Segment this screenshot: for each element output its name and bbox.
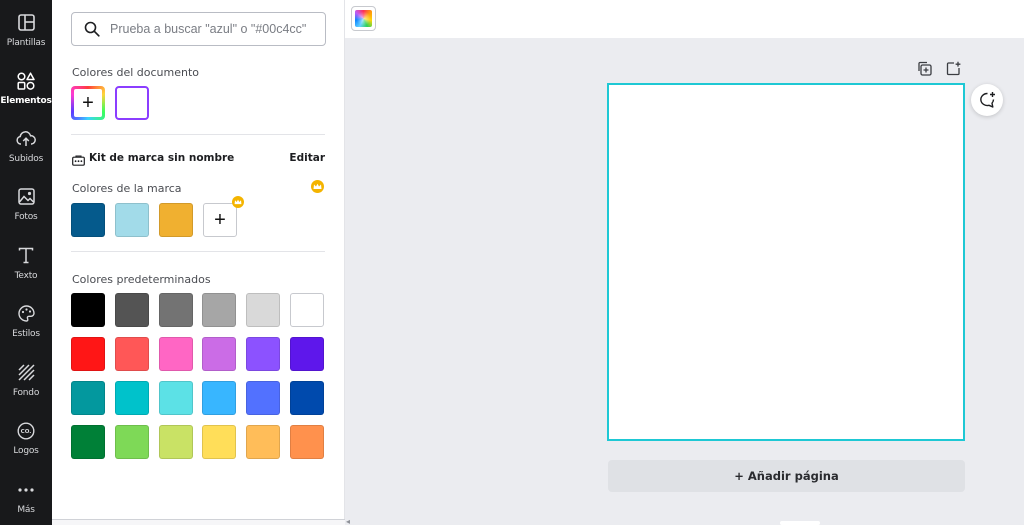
palette-icon <box>16 304 36 324</box>
more-dots-icon <box>16 480 36 500</box>
plus-icon: + <box>214 208 226 231</box>
default-color-swatch[interactable] <box>290 381 324 415</box>
default-color-swatch[interactable] <box>202 293 237 327</box>
scroll-left-arrow[interactable]: ◂ <box>346 518 354 525</box>
nav-label: Plantillas <box>6 37 46 48</box>
editor-toolbar <box>345 0 1024 38</box>
text-icon <box>16 246 36 266</box>
color-search-box[interactable] <box>71 12 326 46</box>
add-brand-color-button[interactable]: + <box>203 203 237 237</box>
color-search-input[interactable] <box>110 22 320 36</box>
nav-item-subidos[interactable]: Subidos <box>0 120 52 172</box>
default-color-swatch[interactable] <box>290 293 324 327</box>
default-color-swatch[interactable] <box>114 425 149 459</box>
brand-kit-header: Kit de marca sin nombre Editar <box>72 151 325 166</box>
default-color-swatch[interactable] <box>114 293 149 327</box>
default-color-swatch[interactable] <box>246 337 281 371</box>
edit-brand-kit-link[interactable]: Editar <box>289 152 325 164</box>
default-color-swatch[interactable] <box>158 337 193 371</box>
design-page[interactable] <box>607 83 965 441</box>
default-color-swatch[interactable] <box>202 425 237 459</box>
brand-colors-title: Colores de la marca <box>72 182 182 195</box>
logo-icon: CO. <box>16 421 36 441</box>
default-color-swatch[interactable] <box>158 425 193 459</box>
color-panel: Colores del documento + Kit de marca sin… <box>52 0 345 525</box>
default-color-swatch[interactable] <box>246 381 281 415</box>
nav-item-fotos[interactable]: Fotos <box>0 178 52 230</box>
svg-text:CO.: CO. <box>21 429 32 435</box>
add-page-icon[interactable] <box>946 61 961 76</box>
search-icon <box>84 21 100 37</box>
add-document-color-button[interactable]: + <box>71 86 105 120</box>
divider <box>71 251 325 252</box>
nav-label: Logos <box>13 445 39 456</box>
duplicate-page-icon[interactable] <box>917 61 932 76</box>
brand-color-swatch[interactable] <box>71 203 105 237</box>
brand-color-swatch[interactable] <box>115 203 149 237</box>
default-color-swatch[interactable] <box>71 381 105 415</box>
templates-icon <box>16 13 36 33</box>
comment-add-icon <box>980 92 995 108</box>
default-color-swatch[interactable] <box>114 337 149 371</box>
upload-cloud-icon <box>16 129 36 149</box>
panel-footer <box>52 519 345 525</box>
nav-item-texto[interactable]: Texto <box>0 237 52 289</box>
crown-icon <box>232 196 244 208</box>
nav-rail: Plantillas Elementos Subidos Fotos Texto… <box>0 0 52 525</box>
default-color-swatch[interactable] <box>71 293 105 327</box>
add-comment-button[interactable] <box>971 84 1003 116</box>
default-color-swatch[interactable] <box>202 337 237 371</box>
default-color-swatch[interactable] <box>71 337 105 371</box>
nav-label: Fotos <box>14 211 38 222</box>
default-color-swatch[interactable] <box>158 381 193 415</box>
nav-label: Fondo <box>12 387 40 398</box>
default-colors-title: Colores predeterminados <box>72 273 211 286</box>
nav-item-mas[interactable]: Más <box>0 471 52 523</box>
nav-label: Más <box>17 504 35 515</box>
nav-label: Texto <box>14 270 38 281</box>
nav-label: Subidos <box>8 153 44 164</box>
brand-kit-name: Kit de marca sin nombre <box>89 152 235 164</box>
nav-item-estilos[interactable]: Estilos <box>0 295 52 347</box>
nav-item-fondo[interactable]: Fondo <box>0 354 52 406</box>
crown-icon <box>311 180 324 193</box>
default-color-swatch[interactable] <box>290 425 324 459</box>
nav-item-plantillas[interactable]: Plantillas <box>0 4 52 56</box>
default-color-swatch[interactable] <box>290 337 324 371</box>
add-page-button[interactable]: + Añadir página <box>608 460 965 492</box>
nav-label: Elementos <box>0 95 52 106</box>
default-color-swatch[interactable] <box>114 381 149 415</box>
color-picker-button[interactable] <box>351 6 376 31</box>
rainbow-color-icon <box>355 10 372 27</box>
document-colors-title: Colores del documento <box>72 66 200 79</box>
default-color-swatch[interactable] <box>202 381 237 415</box>
document-color-swatch[interactable] <box>115 86 149 120</box>
background-pattern-icon <box>16 363 36 383</box>
photos-icon <box>16 187 36 207</box>
divider <box>71 134 325 135</box>
nav-item-elementos[interactable]: Elementos <box>0 62 52 114</box>
nav-label: Estilos <box>12 328 40 339</box>
default-color-swatch[interactable] <box>71 425 105 459</box>
default-color-swatch[interactable] <box>246 293 281 327</box>
default-color-swatch[interactable] <box>158 293 193 327</box>
brand-kit-icon <box>72 153 85 166</box>
horizontal-scrollbar[interactable] <box>780 521 820 525</box>
plus-icon: + <box>74 89 102 117</box>
elements-icon <box>16 71 36 91</box>
nav-item-logos[interactable]: CO. Logos <box>0 412 52 464</box>
default-color-swatch[interactable] <box>246 425 281 459</box>
brand-color-swatch[interactable] <box>159 203 193 237</box>
